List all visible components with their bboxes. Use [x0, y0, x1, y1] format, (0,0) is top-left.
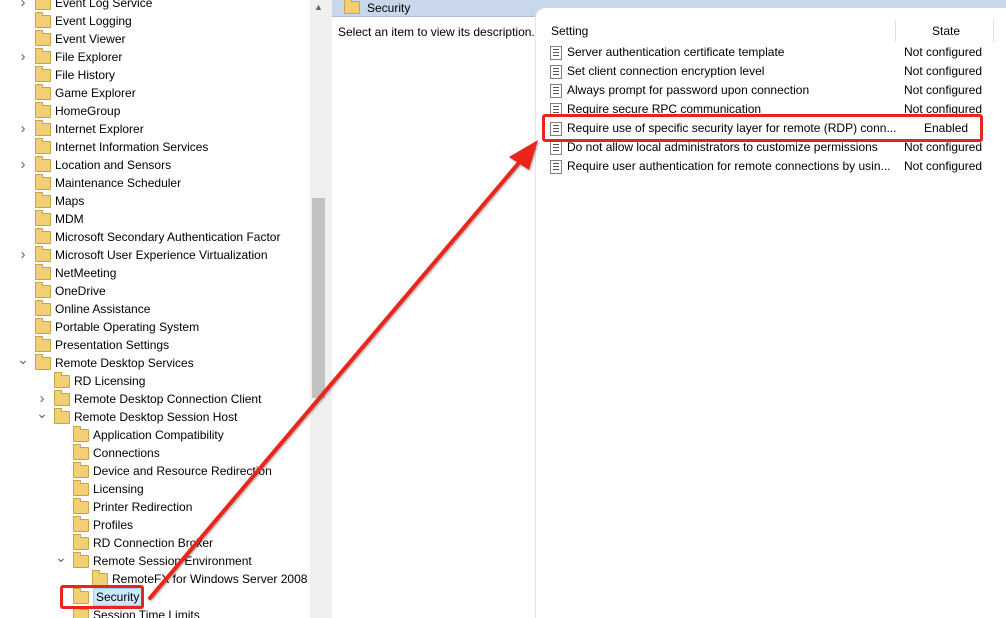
annotation-arrow [148, 140, 538, 600]
